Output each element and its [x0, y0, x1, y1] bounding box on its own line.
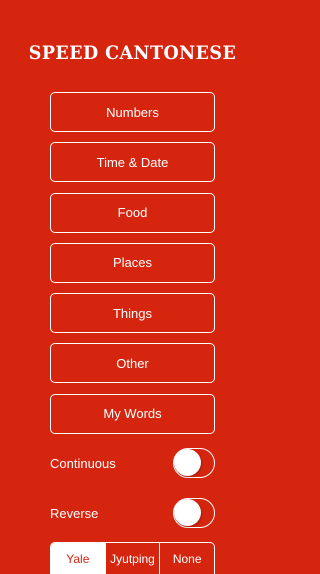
- my-words-button-label: My Words: [103, 406, 162, 422]
- segment-yale[interactable]: Yale: [51, 543, 105, 574]
- places-button[interactable]: Places: [50, 242, 215, 283]
- time-date-button[interactable]: Time & Date: [50, 142, 215, 183]
- food-button-label: Food: [117, 205, 148, 221]
- things-button-label: Things: [112, 305, 153, 321]
- reverse-switch[interactable]: [173, 498, 215, 528]
- continuous-switch-knob: [174, 449, 201, 476]
- numbers-button-label: Numbers: [106, 104, 159, 120]
- time-date-button-label: Time & Date: [96, 154, 169, 170]
- continuous-label: Continuous: [50, 455, 116, 471]
- continuous-switch[interactable]: [173, 448, 215, 478]
- segment-jyutping[interactable]: Jyutping: [104, 543, 160, 574]
- food-button[interactable]: Food: [50, 192, 215, 233]
- main-screen: SPEED CANTONESE Numbers Time & Date Food…: [0, 0, 265, 574]
- reverse-switch-knob: [174, 499, 201, 526]
- things-button[interactable]: Things: [50, 293, 215, 334]
- app-title: SPEED CANTONESE: [28, 42, 237, 64]
- other-button-label: Other: [116, 355, 149, 371]
- places-button-label: Places: [112, 255, 153, 271]
- category-menu: Numbers Time & Date Food Places Things O…: [50, 92, 215, 444]
- continuous-row: Continuous: [50, 447, 215, 479]
- reverse-label: Reverse: [50, 505, 99, 521]
- numbers-button[interactable]: Numbers: [50, 92, 215, 132]
- reverse-row: Reverse: [50, 497, 215, 529]
- romanization-selector: Yale Jyutping None: [50, 542, 215, 574]
- other-button[interactable]: Other: [50, 343, 215, 384]
- my-words-button[interactable]: My Words: [50, 393, 215, 434]
- segment-none[interactable]: None: [159, 543, 214, 574]
